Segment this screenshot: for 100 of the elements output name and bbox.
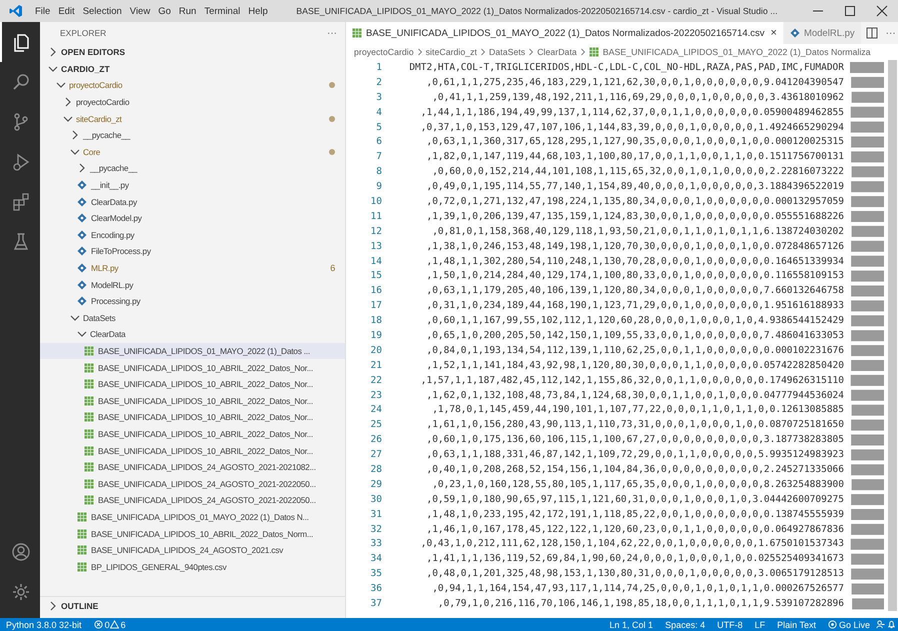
tree-folder-entry[interactable]: __pycache__ — [40, 160, 345, 177]
python-file-icon — [77, 280, 87, 290]
chevron-down-icon[interactable] — [48, 64, 58, 74]
tree-document-entry[interactable]: BASE_UNIFICADA_LIPIDOS_10_ABRIL_2022_Datos_Nor... — [40, 359, 345, 376]
maximize-icon[interactable] — [843, 4, 857, 18]
tree-document-entry[interactable]: BASE_UNIFICADA_LIPIDOS_01_MAYO_2022 (1)_Datos N... — [40, 508, 345, 526]
go-live-button[interactable]: Go Live — [822, 620, 876, 630]
chevron-right-icon[interactable] — [77, 163, 87, 174]
close-icon[interactable] — [875, 4, 889, 18]
tree-document-entry[interactable]: BASE_UNIFICADA_LIPIDOS_10_ABRIL_2022_Datos_Norm... — [40, 525, 345, 542]
tree-folder-entry[interactable]: Core — [40, 144, 345, 160]
menu-item[interactable]: Go — [154, 6, 175, 16]
python-file-icon — [77, 263, 87, 274]
breadcrumb-item[interactable]: siteCardio_zt — [426, 47, 477, 57]
tree-document-entry[interactable]: BASE_UNIFICADA_LIPIDOS_10_ABRIL_2022_Datos_Nor... — [40, 392, 345, 410]
status-item[interactable]: UTF-8 — [711, 620, 749, 630]
close-tab-button[interactable]: × — [770, 27, 777, 39]
chevron-down-icon[interactable] — [77, 329, 87, 340]
split-editor-icon[interactable] — [866, 27, 878, 39]
tree-document-entry[interactable]: BP_LIPIDOS_GENERAL_940ptes.csv — [40, 558, 345, 575]
chevron-right-icon[interactable] — [70, 130, 80, 140]
tree-document-entry[interactable]: BASE_UNIFICADA_LIPIDOS_24_AGOSTO_2021-2022050... — [40, 492, 345, 509]
line-number: 27 — [370, 449, 382, 460]
tree-document-entry[interactable]: __init__.py — [40, 176, 345, 194]
line-number: 37 — [370, 598, 382, 609]
line-number: 17 — [370, 300, 382, 312]
status-item[interactable]: LF — [748, 620, 772, 630]
code-line: ,0,84,0,1,193,134,54,112,139,1,110,62,25,0,0,1,1,0,0,0,0,0,0.000102231676 — [425, 344, 845, 356]
line-number: 36 — [370, 583, 382, 594]
line-number: 19 — [370, 330, 382, 341]
tree-document-entry[interactable]: BASE_UNIFICADA_LIPIDOS_10_ABRIL_2022_Datos_Nor... — [40, 426, 345, 442]
table-file-icon — [352, 28, 362, 38]
section-header[interactable]: CARDIO_ZT — [40, 60, 345, 78]
feedback-icon[interactable] — [876, 620, 885, 629]
line-number: 29 — [370, 478, 382, 490]
menu-item[interactable]: Run — [174, 6, 200, 16]
status-item[interactable]: Plain Text — [771, 620, 822, 630]
tree-folder-entry[interactable]: proyectoCardio — [40, 94, 345, 110]
breadcrumb-item[interactable]: proyectoCardio — [354, 47, 414, 57]
chevron-down-icon[interactable] — [63, 114, 73, 124]
more-actions-button[interactable]: ··· — [886, 28, 896, 38]
more-actions-button[interactable]: ··· — [327, 28, 337, 38]
chevron-down-icon[interactable] — [70, 312, 80, 323]
tree-document-entry[interactable]: ClearModel.py — [40, 210, 345, 227]
breadcrumb-item[interactable]: BASE_UNIFICADA_LIPIDOS_01_MAYO_2022 (1)_Datos Normaliza — [602, 47, 871, 57]
chevron-right-icon[interactable] — [48, 600, 58, 611]
breadcrumb-item[interactable]: ClearData — [537, 47, 577, 57]
chevron-down-icon[interactable] — [56, 80, 66, 90]
error-count: 0 — [104, 620, 110, 630]
tree-folder-entry[interactable]: proyectoCardio — [40, 77, 345, 94]
editor-tab[interactable]: ModelRL.py — [784, 22, 862, 44]
tree-document-entry[interactable]: ClearData.py — [40, 193, 345, 210]
menu-item[interactable]: Selection — [78, 6, 126, 16]
tree-document-entry[interactable]: BASE_UNIFICADA_LIPIDOS_01_MAYO_2022 (1)_Datos ... — [40, 342, 345, 360]
menu-item[interactable]: Edit — [54, 6, 79, 16]
tree-document-entry[interactable]: MLR.py 6 — [40, 260, 345, 276]
tree-document-entry[interactable]: BASE_UNIFICADA_LIPIDOS_24_AGOSTO_2021-2022050... — [40, 475, 345, 492]
menu-item[interactable]: Terminal — [200, 6, 244, 16]
tree-folder-entry[interactable]: ClearData — [40, 326, 345, 343]
tree-document-entry[interactable]: Processing.py — [40, 292, 345, 310]
section-header[interactable]: OUTLINE — [40, 596, 345, 614]
section-header[interactable]: OPEN EDITORS — [40, 44, 345, 61]
code-line: ,0,49,0,1,195,114,55,77,140,1,154,89,40,0,0,0,1,0,0,0,0,0,3.1884396522019 — [425, 181, 845, 192]
code-line: ,1,39,1,0,206,139,47,135,159,1,124,83,30,0,0,1,0,0,0,0,0,0,0.055551688226 — [425, 210, 845, 222]
search-icon — [11, 72, 31, 92]
tree-document-entry[interactable]: BASE_UNIFICADA_LIPIDOS_10_ABRIL_2022_Datos_Nor... — [40, 376, 345, 392]
code-line: ,0,31,1,0,234,189,44,168,190,1,123,71,29,0,0,1,0,0,0,0,0,0,1.951616188933 — [425, 300, 845, 312]
status-item[interactable]: Ln 1, Col 1 — [604, 620, 660, 630]
code-line: ,0,60,1,0,175,136,60,106,115,1,100,67,27,0,0,0,0,0,0,0,0,0,3.187738283805 — [425, 434, 845, 446]
tree-document-entry[interactable]: BASE_UNIFICADA_LIPIDOS_24_AGOSTO_2021-2021082... — [40, 458, 345, 476]
menu-item[interactable]: File — [31, 6, 54, 16]
python-file-icon — [77, 296, 87, 306]
chevron-right-icon[interactable] — [63, 97, 73, 108]
tree-folder-entry[interactable]: siteCardio_zt — [40, 110, 345, 127]
bell-icon[interactable] — [887, 620, 896, 629]
code-line: ,0,59,1,0,180,90,65,97,115,1,121,60,31,0,0,0,1,0,0,0,1,0,3.04442600709275 — [425, 494, 845, 505]
line-number: 6 — [375, 136, 382, 148]
tree-document-entry[interactable]: BASE_UNIFICADA_LIPIDOS_24_AGOSTO_2021.csv — [40, 542, 345, 558]
breadcrumb-item[interactable]: DataSets — [489, 47, 526, 57]
tree-document-entry[interactable]: ModelRL.py — [40, 276, 345, 293]
tree-document-entry[interactable]: BASE_UNIFICADA_LIPIDOS_10_ABRIL_2022_Datos_Nor... — [40, 409, 345, 426]
tree-folder-entry[interactable]: __pycache__ — [40, 126, 345, 144]
warning-icon — [110, 620, 119, 629]
tree-document-entry[interactable]: Encoding.py — [40, 226, 345, 244]
python-interpreter[interactable]: Python 3.8.0 32-bit — [0, 620, 88, 630]
problems-indicator[interactable]: 0 6 — [88, 620, 132, 630]
code-line: ,0,63,1,1,179,205,40,106,139,1,120,80,34,0,0,0,1,0,0,0,0,0,7.660132646758 — [425, 285, 845, 296]
menu-item[interactable]: View — [126, 6, 154, 16]
code-line: ,0,60,0,0,152,214,44,101,108,1,115,65,32,0,0,1,0,1,0,0,0,0,2.22816073222 — [431, 166, 845, 178]
menu-item[interactable]: Help — [244, 6, 272, 16]
tree-document-entry[interactable]: FileToProcess.py — [40, 243, 345, 260]
chevron-right-icon — [527, 48, 536, 56]
tree-folder-entry[interactable]: DataSets — [40, 310, 345, 326]
chevron-right-icon[interactable] — [48, 47, 58, 58]
editor-tab[interactable]: BASE_UNIFICADA_LIPIDOS_01_MAYO_2022 (1)_Datos Normalizados-20220502165714.csv × — [346, 22, 784, 44]
tree-document-entry[interactable]: BASE_UNIFICADA_LIPIDOS_10_ABRIL_2022_Datos_Nor... — [40, 442, 345, 459]
chevron-down-icon[interactable] — [70, 146, 80, 157]
line-number: 8 — [375, 166, 382, 178]
line-number: 4 — [375, 106, 382, 118]
status-item[interactable]: Spaces: 4 — [659, 620, 712, 630]
